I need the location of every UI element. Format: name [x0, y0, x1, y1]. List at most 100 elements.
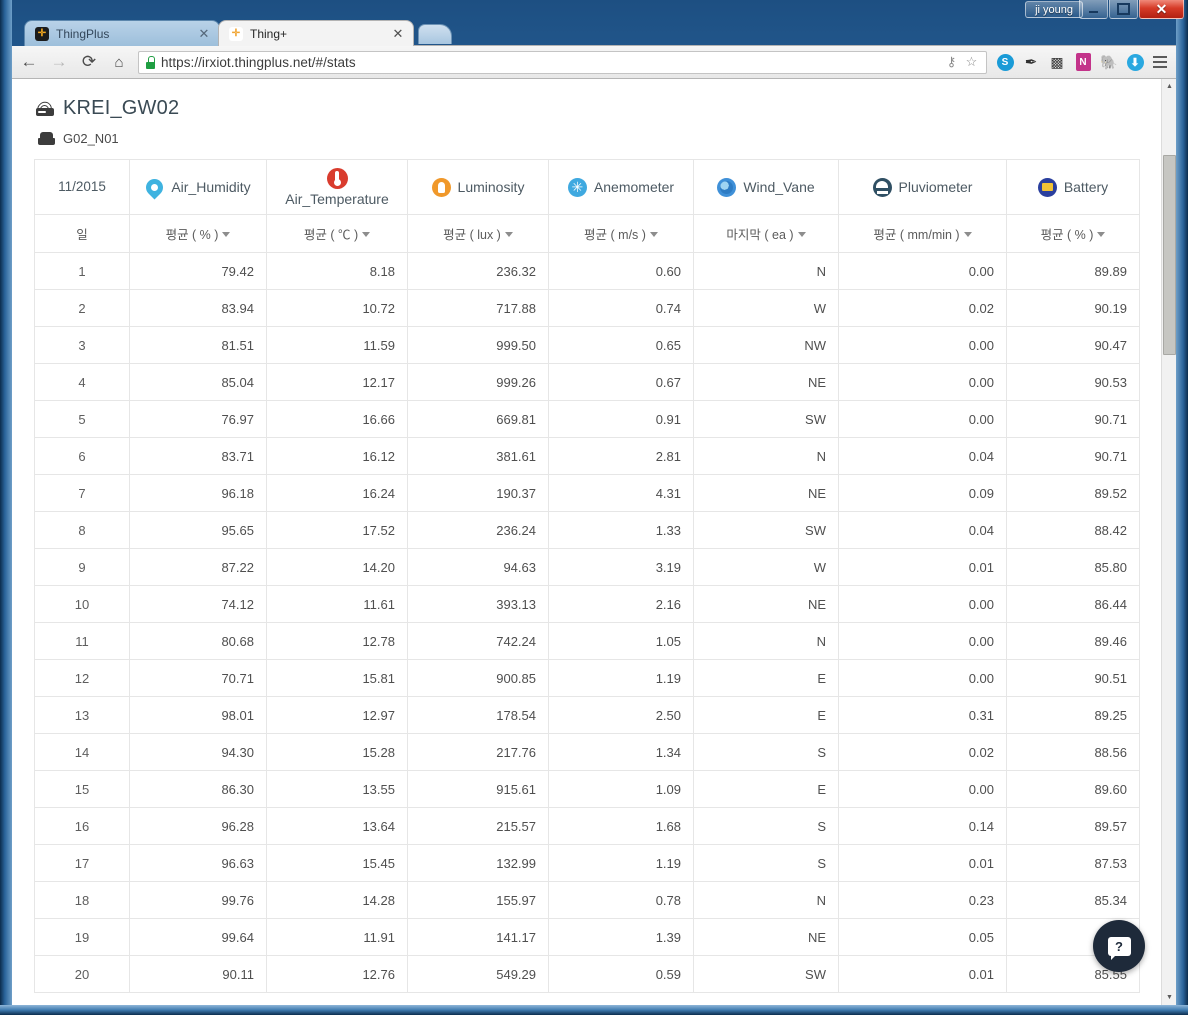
- cell-luminosity: 999.26: [407, 363, 549, 401]
- cell-battery: 85.80: [1006, 548, 1140, 586]
- cell-air-temperature: 13.64: [266, 807, 408, 845]
- cell-luminosity: 915.61: [407, 770, 549, 808]
- reload-icon[interactable]: ⟳: [76, 49, 102, 75]
- close-button[interactable]: ✕: [1139, 0, 1184, 19]
- column-header-air-temperature[interactable]: Air_Temperature: [266, 159, 408, 215]
- cell-luminosity: 217.76: [407, 733, 549, 771]
- cell-air-temperature: 16.12: [266, 437, 408, 475]
- cell-luminosity: 393.13: [407, 585, 549, 623]
- tab-close-icon[interactable]: ✕: [391, 26, 405, 42]
- agg-selector-wind-vane[interactable]: 마지막 ( ea ): [693, 214, 839, 253]
- bookmark-star-icon[interactable]: ☆: [963, 54, 980, 71]
- cell-battery: 89.46: [1006, 622, 1140, 660]
- tab-title: Thing+: [250, 26, 288, 41]
- back-icon[interactable]: ←: [16, 49, 42, 75]
- day-unit-header: 일: [34, 214, 130, 253]
- help-chat-button[interactable]: ?: [1093, 920, 1145, 972]
- onenote-glyph: N: [1075, 53, 1091, 71]
- cell-wind-vane: W: [693, 548, 839, 586]
- pin-tool-icon[interactable]: ✒: [1019, 50, 1043, 74]
- translate-icon[interactable]: ▩: [1045, 50, 1069, 74]
- browser-toolbar: ← → ⟳ ⌂ https://irxiot.thingplus.net/#/s…: [12, 46, 1176, 79]
- cell-pluviometer: 0.01: [838, 844, 1007, 882]
- table-row: 8 95.65 17.52 236.24 1.33 SW 0.04 88.42: [34, 511, 1140, 549]
- window-edge-right: [1176, 0, 1188, 1015]
- agg-selector-battery[interactable]: 평균 ( % ): [1006, 214, 1140, 253]
- table-row: 5 76.97 16.66 669.81 0.91 SW 0.00 90.71: [34, 400, 1140, 438]
- chevron-down-icon[interactable]: [649, 231, 658, 237]
- column-header-wind-vane[interactable]: Wind_Vane: [693, 159, 839, 215]
- cell-battery: 85.34: [1006, 881, 1140, 919]
- cell-battery: 90.19: [1006, 289, 1140, 327]
- table-row: 2 83.94 10.72 717.88 0.74 W 0.02 90.19: [34, 289, 1140, 327]
- column-header-air-humidity[interactable]: Air_Humidity: [129, 159, 267, 215]
- cell-air-temperature: 16.24: [266, 474, 408, 512]
- new-tab-button[interactable]: [418, 24, 452, 44]
- password-key-icon[interactable]: ⚷: [943, 54, 960, 71]
- cell-pluviometer: 0.04: [838, 511, 1007, 549]
- chevron-down-icon[interactable]: [797, 231, 806, 237]
- cell-anemometer: 4.31: [548, 474, 694, 512]
- agg-selector-luminosity[interactable]: 평균 ( lux ): [407, 214, 549, 253]
- forward-icon[interactable]: →: [46, 49, 72, 75]
- cell-air-humidity: 80.68: [129, 622, 267, 660]
- cell-air-temperature: 14.20: [266, 548, 408, 586]
- cell-air-humidity: 90.11: [129, 955, 267, 993]
- scroll-down-arrow-icon[interactable]: ▼: [1162, 990, 1176, 1005]
- cell-pluviometer: 0.00: [838, 770, 1007, 808]
- cell-wind-vane: S: [693, 733, 839, 771]
- cell-day: 6: [34, 437, 130, 475]
- user-account-chip[interactable]: ji young: [1025, 1, 1083, 18]
- cell-air-humidity: 86.30: [129, 770, 267, 808]
- cell-wind-vane: N: [693, 622, 839, 660]
- download-icon[interactable]: ⬇: [1123, 50, 1147, 74]
- agg-selector-pluviometer[interactable]: 평균 ( mm/min ): [838, 214, 1007, 253]
- cell-luminosity: 236.32: [407, 252, 549, 290]
- column-header-luminosity[interactable]: Luminosity: [407, 159, 549, 215]
- agg-selector-air-temperature[interactable]: 평균 ( ℃ ): [266, 214, 408, 253]
- cell-pluviometer: 0.00: [838, 659, 1007, 697]
- cell-day: 10: [34, 585, 130, 623]
- cell-pluviometer: 0.02: [838, 289, 1007, 327]
- chevron-down-icon[interactable]: [362, 231, 371, 237]
- agg-selector-air-humidity[interactable]: 평균 ( % ): [129, 214, 267, 253]
- cell-anemometer: 2.81: [548, 437, 694, 475]
- chevron-down-icon[interactable]: [504, 231, 513, 237]
- shield-sync-icon[interactable]: S: [993, 50, 1017, 74]
- agg-selector-anemometer[interactable]: 평균 ( m/s ): [548, 214, 694, 253]
- hamburger-menu-icon[interactable]: [1147, 50, 1173, 74]
- tab-thingplus[interactable]: ✛ ThingPlus ✕: [24, 20, 220, 46]
- evernote-icon[interactable]: 🐘: [1097, 50, 1121, 74]
- url-text: https://irxiot.thingplus.net/#/stats: [161, 54, 356, 70]
- column-header-anemometer[interactable]: Anemometer: [548, 159, 694, 215]
- agg-label: 마지막 ( ea ): [726, 227, 794, 242]
- maximize-button[interactable]: [1109, 0, 1138, 19]
- home-icon[interactable]: ⌂: [106, 49, 132, 75]
- scroll-up-arrow-icon[interactable]: ▲: [1162, 79, 1176, 94]
- cell-wind-vane: NE: [693, 918, 839, 956]
- column-header-battery[interactable]: Battery: [1006, 159, 1140, 215]
- sensor-stats-table: 11/2015 Air_Humidity Air_Temperature Lum…: [34, 159, 1140, 993]
- cell-anemometer: 1.19: [548, 844, 694, 882]
- chevron-down-icon[interactable]: [1097, 231, 1106, 237]
- cell-air-temperature: 12.97: [266, 696, 408, 734]
- onenote-icon[interactable]: N: [1071, 50, 1095, 74]
- cell-anemometer: 1.33: [548, 511, 694, 549]
- cell-pluviometer: 0.05: [838, 918, 1007, 956]
- tab-close-icon[interactable]: ✕: [197, 26, 211, 42]
- column-header-pluviometer[interactable]: Pluviometer: [838, 159, 1007, 215]
- ssl-lock-icon: [145, 55, 156, 69]
- table-row: 9 87.22 14.20 94.63 3.19 W 0.01 85.80: [34, 548, 1140, 586]
- cell-luminosity: 190.37: [407, 474, 549, 512]
- table-row: 11 80.68 12.78 742.24 1.05 N 0.00 89.46: [34, 622, 1140, 660]
- cell-air-humidity: 85.04: [129, 363, 267, 401]
- tab-thing-plus[interactable]: ✛ Thing+ ✕: [218, 20, 414, 46]
- extension-bar: S ✒ ▩ N 🐘 ⬇: [991, 50, 1176, 74]
- chevron-down-icon[interactable]: [963, 231, 972, 237]
- chevron-down-icon[interactable]: [222, 231, 231, 237]
- scrollbar-thumb[interactable]: [1163, 155, 1176, 355]
- page-scrollbar-vertical[interactable]: ▲ ▼: [1161, 79, 1176, 1005]
- address-bar[interactable]: https://irxiot.thingplus.net/#/stats ⚷ ☆: [138, 50, 987, 74]
- minimize-button[interactable]: [1079, 0, 1108, 19]
- column-label: Pluviometer: [898, 179, 973, 195]
